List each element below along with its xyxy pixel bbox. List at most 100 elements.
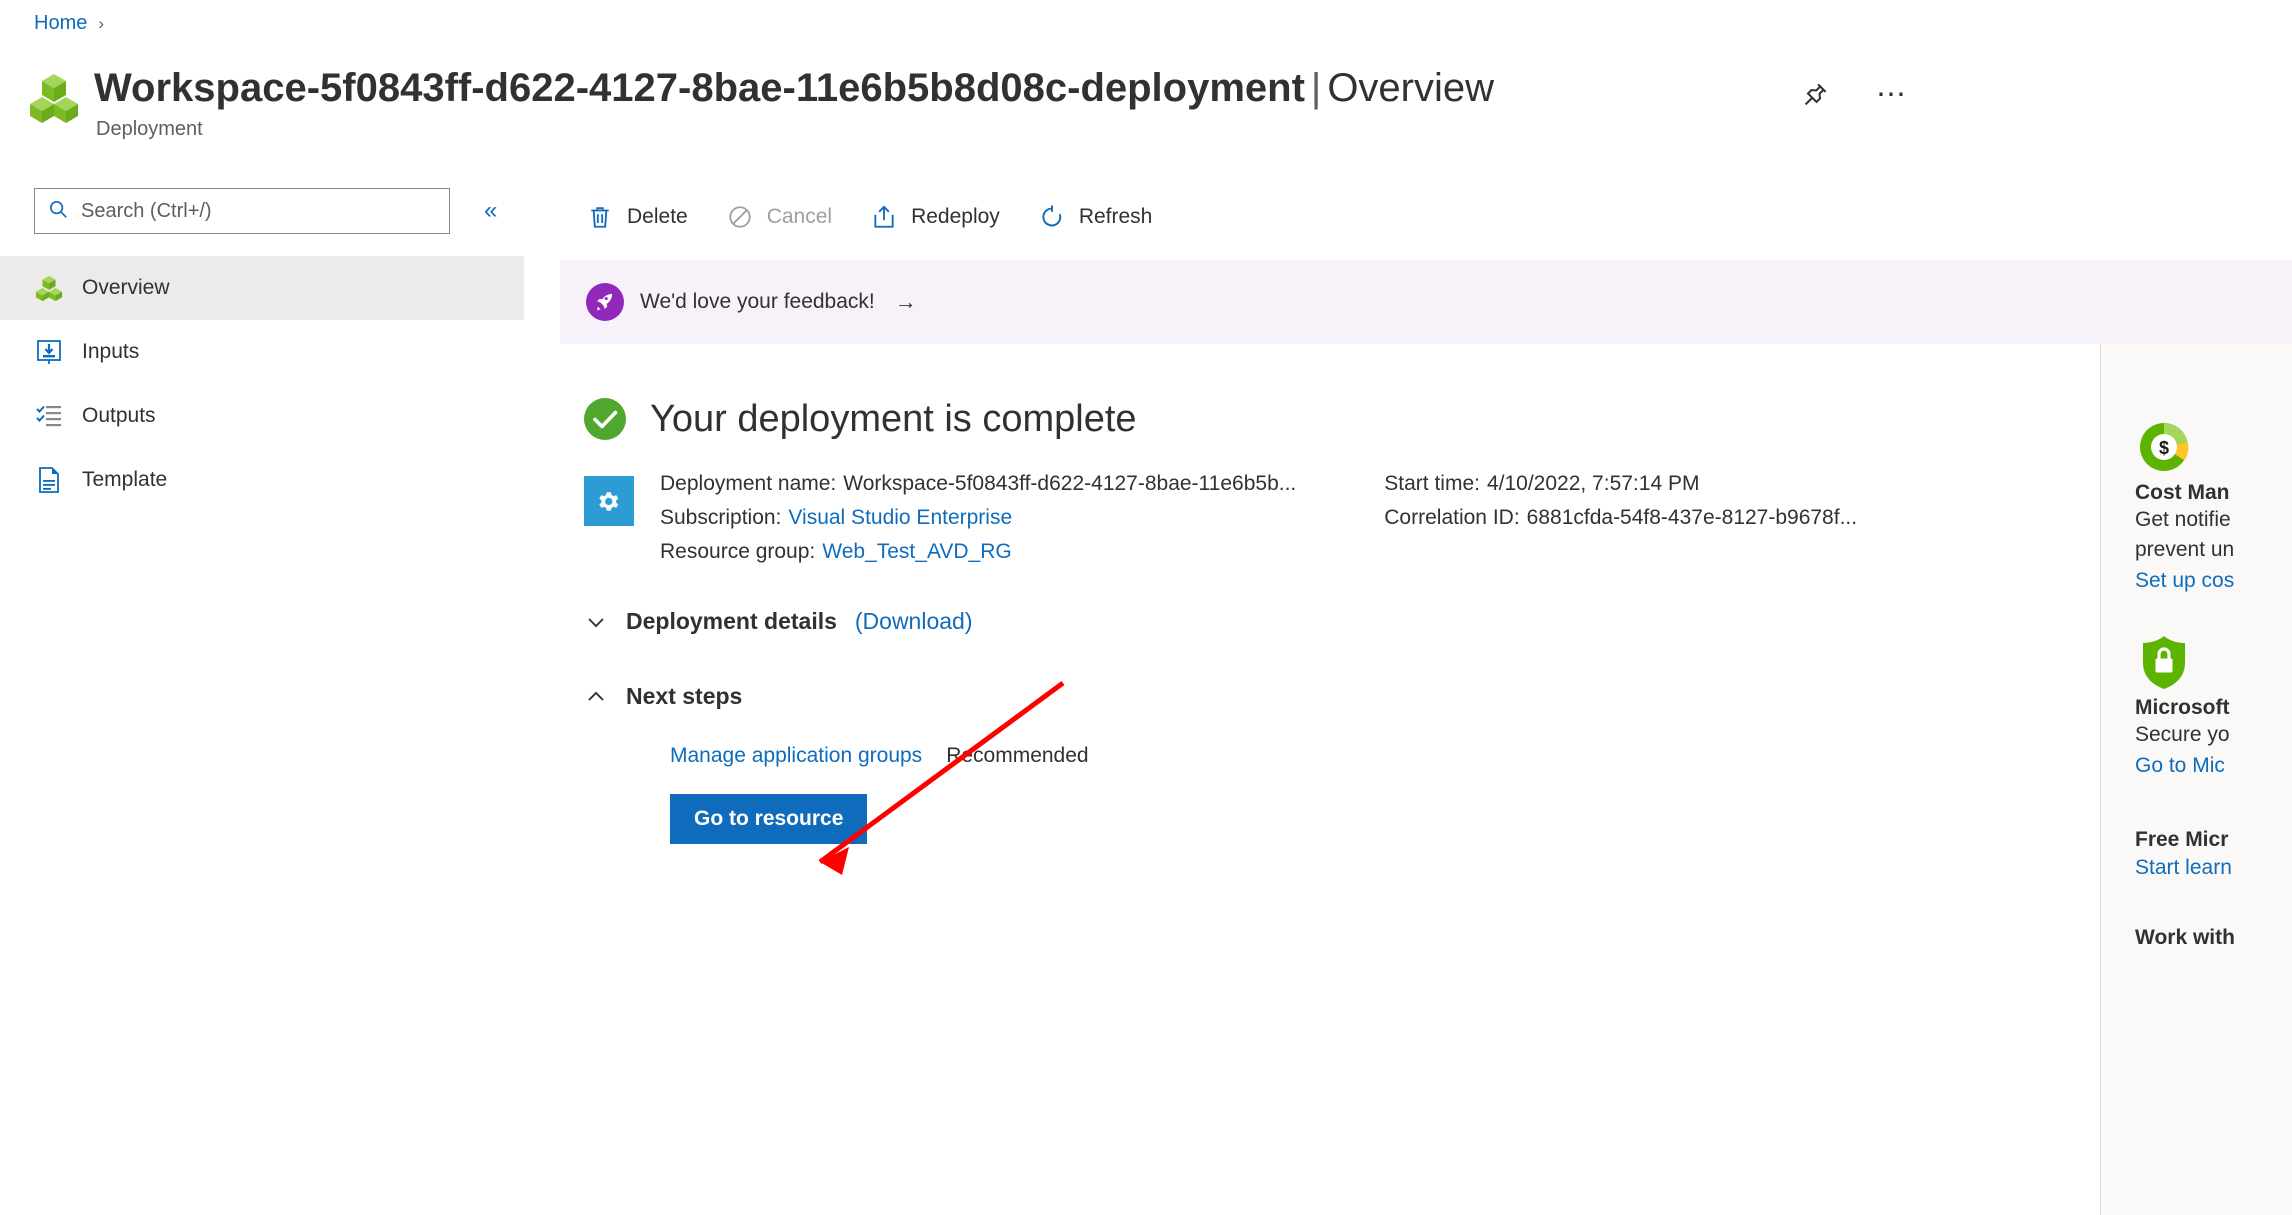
sidebar-item-label: Template [82, 468, 168, 491]
delete-label: Delete [627, 205, 688, 228]
search-row: « [0, 188, 524, 234]
outputs-icon [34, 401, 64, 431]
work-with-title: Work with [2135, 926, 2235, 949]
page-title-view: Overview [1327, 66, 1495, 110]
chevron-down-icon [584, 610, 608, 634]
pin-icon[interactable] [1800, 80, 1830, 110]
refresh-label: Refresh [1078, 205, 1153, 228]
feedback-text[interactable]: We'd love your feedback! [640, 290, 875, 314]
feedback-banner[interactable]: We'd love your feedback! → [560, 260, 2292, 344]
page-title-resource: Workspace-5f0843ff-d622-4127-8bae-11e6b5… [94, 66, 1305, 110]
azure-portal-page: Home › Workspace-5f0843ff-d622-4127-8bae… [0, 0, 2292, 1215]
search-input-wrapper[interactable] [34, 188, 450, 234]
microsoft-defender-card: Microsoft Secure yo Go to Mic [2135, 633, 2292, 782]
cost-management-body-line-1: Get notifie [2135, 508, 2231, 531]
sidebar-item-label: Overview [82, 276, 170, 299]
correlation-id-value: 6881cfda-54f8-437e-8127-b9678f... [1526, 506, 1858, 529]
deployment-overview-panel: Your deployment is complete Deployment n… [560, 344, 2100, 1215]
metadata-left-column: Deployment name: Workspace-5f0843ff-d622-… [660, 472, 1296, 564]
subscription-link[interactable]: Visual Studio Enterprise [788, 506, 1012, 529]
cancel-button[interactable]: Cancel [726, 203, 832, 231]
cubes-icon [34, 273, 64, 303]
refresh-button[interactable]: Refresh [1038, 203, 1153, 231]
arrow-right-icon: → [894, 289, 917, 314]
deployment-icon [584, 476, 634, 526]
rocket-icon [586, 283, 624, 321]
start-time-label: Start time: [1384, 472, 1480, 495]
correlation-id-label: Correlation ID: [1384, 506, 1520, 529]
download-template-link[interactable]: (Download) [855, 608, 973, 635]
page-subtitle: Deployment [96, 118, 203, 140]
deployment-metadata: Deployment name: Workspace-5f0843ff-d622-… [584, 472, 2100, 564]
breadcrumb: Home › [34, 12, 104, 35]
sidebar-nav-list: Overview Inputs Outputs Template [0, 256, 524, 512]
correlation-id-row: Correlation ID: 6881cfda-54f8-437e-8127-b… [1384, 506, 1857, 530]
page-title-row: Workspace-5f0843ff-d622-4127-8bae-11e6b5… [28, 62, 1494, 141]
next-steps-section-header[interactable]: Next steps [584, 683, 2100, 710]
metadata-right-column: Start time: 4/10/2022, 7:57:14 PM Correla… [1384, 472, 1857, 564]
check-circle-icon [582, 396, 628, 442]
cost-management-card: $ Cost Man Get notifie prevent un Set up… [2135, 418, 2292, 597]
go-to-resource-button[interactable]: Go to resource [670, 794, 868, 844]
upload-icon [870, 203, 898, 231]
sidebar-item-inputs[interactable]: Inputs [0, 320, 524, 384]
resource-group-row: Resource group: Web_Test_AVD_RG [660, 540, 1296, 564]
cancel-icon [726, 203, 754, 231]
search-icon [47, 198, 69, 225]
microsoft-defender-title: Microsoft [2135, 696, 2230, 719]
delete-button[interactable]: Delete [586, 203, 688, 231]
start-time-row: Start time: 4/10/2022, 7:57:14 PM [1384, 472, 1857, 496]
sidebar-item-template[interactable]: Template [0, 448, 524, 512]
command-toolbar: Delete Cancel Redeploy Refresh [560, 188, 2292, 246]
refresh-icon [1038, 203, 1066, 231]
sidebar-item-overview[interactable]: Overview [0, 256, 524, 320]
collapse-nav-button[interactable]: « [484, 199, 497, 223]
deployment-status-row: Your deployment is complete [582, 396, 2100, 442]
page-title: Workspace-5f0843ff-d622-4127-8bae-11e6b5… [94, 62, 1494, 114]
deployment-name-label: Deployment name: [660, 472, 837, 495]
right-rail: $ Cost Man Get notifie prevent un Set up… [2100, 344, 2292, 1215]
breadcrumb-home-link[interactable]: Home [34, 12, 87, 35]
page-title-separator: | [1310, 66, 1322, 110]
manage-application-groups-link[interactable]: Manage application groups [670, 744, 922, 768]
next-steps-recommendation-row: Manage application groups Recommended [670, 744, 2100, 768]
next-steps-title: Next steps [626, 683, 743, 709]
search-input[interactable] [79, 198, 437, 224]
free-microsoft-learn-card: Free Micr Start learn [2135, 828, 2292, 884]
chevron-up-icon [584, 685, 608, 709]
free-microsoft-learn-title: Free Micr [2135, 828, 2229, 851]
deployment-status-title: Your deployment is complete [650, 397, 1137, 440]
svg-text:$: $ [2159, 438, 2169, 458]
inputs-icon [34, 337, 64, 367]
ellipsis-icon[interactable]: ⋯ [1876, 80, 1909, 110]
set-up-cost-link[interactable]: Set up cos [2135, 565, 2292, 597]
trash-icon [586, 203, 614, 231]
shield-lock-icon [2135, 636, 2193, 695]
cost-management-title: Cost Man [2135, 481, 2230, 504]
deployment-name-value: Workspace-5f0843ff-d622-4127-8bae-11e6b5… [843, 472, 1297, 495]
content-area: Delete Cancel Redeploy Refresh We'd love… [560, 188, 2292, 1215]
sidebar-item-label: Inputs [82, 340, 140, 363]
document-icon [34, 465, 64, 495]
resource-group-link[interactable]: Web_Test_AVD_RG [822, 540, 1011, 563]
deployment-details-title: Deployment details [626, 608, 837, 634]
subscription-row: Subscription: Visual Studio Enterprise [660, 506, 1296, 530]
cost-donut-icon: $ [2135, 422, 2193, 480]
breadcrumb-separator: › [98, 13, 105, 33]
cost-management-body-line-2: prevent un [2135, 538, 2235, 561]
title-actions: ⋯ [1800, 80, 1909, 110]
sidebar-item-outputs[interactable]: Outputs [0, 384, 524, 448]
resource-group-label: Resource group: [660, 540, 816, 563]
go-to-microsoft-defender-link[interactable]: Go to Mic [2135, 750, 2292, 782]
start-time-value: 4/10/2022, 7:57:14 PM [1486, 472, 1700, 495]
start-learning-link[interactable]: Start learn [2135, 852, 2292, 884]
redeploy-label: Redeploy [911, 205, 1000, 228]
cancel-label: Cancel [766, 205, 833, 228]
left-navigation: « Overview [0, 188, 524, 512]
deployment-details-section-header[interactable]: Deployment details (Download) [584, 608, 2100, 635]
work-with-card: Work with [2135, 926, 2292, 950]
deployment-name-row: Deployment name: Workspace-5f0843ff-d622-… [660, 472, 1296, 496]
cubes-icon [28, 72, 80, 124]
redeploy-button[interactable]: Redeploy [870, 203, 1000, 231]
recommended-tag: Recommended [946, 744, 1089, 767]
